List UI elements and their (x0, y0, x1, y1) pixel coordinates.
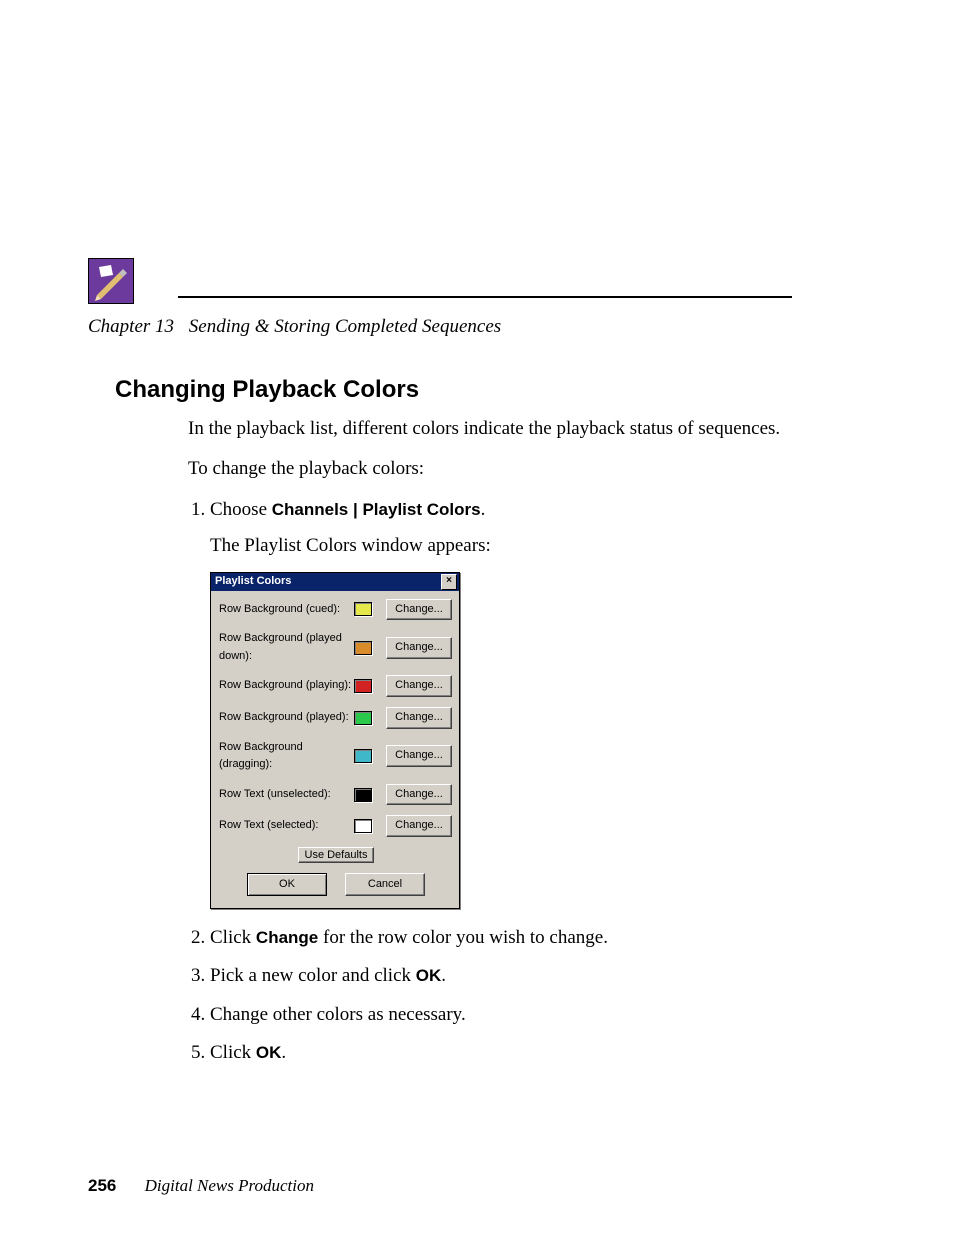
close-icon[interactable]: × (441, 574, 457, 590)
chapter-number: Chapter 13 (88, 316, 174, 337)
step-5: Click OK. (210, 1038, 808, 1068)
color-swatch (354, 679, 372, 693)
change-button[interactable]: Change... (386, 707, 452, 729)
chapter-title: Sending & Storing Completed Sequences (189, 316, 501, 337)
color-row-text-unselected: Row Text (unselected): Change... (219, 784, 453, 806)
row-label: Row Text (unselected): (219, 786, 354, 804)
color-row-text-selected: Row Text (selected): Change... (219, 815, 453, 837)
change-button[interactable]: Change... (386, 745, 452, 767)
book-title: Digital News Production (145, 1176, 314, 1195)
step-1: Choose Channels | Playlist Colors. The P… (210, 495, 808, 909)
step-2: Click Change for the row color you wish … (210, 923, 808, 953)
dialog-title: Playlist Colors (215, 573, 291, 591)
dialog-titlebar: Playlist Colors × (211, 573, 459, 591)
row-label: Row Background (cued): (219, 601, 354, 619)
page-number: 256 (88, 1176, 116, 1195)
color-row-playing: Row Background (playing): Change... (219, 675, 453, 697)
lead-in-paragraph: To change the playback colors: (188, 454, 808, 484)
section-heading: Changing Playback Colors (115, 376, 419, 404)
step-4: Change other colors as necessary. (210, 1000, 808, 1030)
step-3: Pick a new color and click OK. (210, 961, 808, 991)
header-rule (178, 296, 792, 298)
color-swatch (354, 602, 372, 616)
change-button[interactable]: Change... (386, 675, 452, 697)
change-button[interactable]: Change... (386, 637, 452, 659)
cancel-button[interactable]: Cancel (345, 873, 425, 897)
color-row-played: Row Background (played): Change... (219, 707, 453, 729)
page-footer: 256 Digital News Production (88, 1176, 314, 1196)
color-swatch (354, 749, 372, 763)
row-label: Row Text (selected): (219, 817, 354, 835)
color-swatch (354, 788, 372, 802)
steps-list: Choose Channels | Playlist Colors. The P… (188, 495, 808, 1069)
change-button[interactable]: Change... (386, 815, 452, 837)
chapter-line: Chapter 13 Sending & Storing Completed S… (88, 316, 501, 338)
ok-button[interactable]: OK (247, 873, 327, 897)
intro-paragraph: In the playback list, different colors i… (188, 414, 808, 444)
row-label: Row Background (playing): (219, 677, 354, 695)
color-swatch (354, 641, 372, 655)
color-swatch (354, 711, 372, 725)
color-swatch (354, 819, 372, 833)
change-button[interactable]: Change... (386, 784, 452, 806)
row-label: Row Background (played down): (219, 630, 354, 665)
color-row-dragging: Row Background (dragging): Change... (219, 739, 453, 774)
use-defaults-button[interactable]: Use Defaults (298, 847, 375, 863)
row-label: Row Background (dragging): (219, 739, 354, 774)
change-button[interactable]: Change... (386, 599, 452, 621)
chapter-icon (88, 258, 134, 304)
row-label: Row Background (played): (219, 709, 354, 727)
color-row-played-down: Row Background (played down): Change... (219, 630, 453, 665)
color-row-cued: Row Background (cued): Change... (219, 599, 453, 621)
playlist-colors-dialog: Playlist Colors × Row Background (cued):… (210, 572, 460, 910)
step-1-sublabel: The Playlist Colors window appears: (210, 531, 808, 561)
